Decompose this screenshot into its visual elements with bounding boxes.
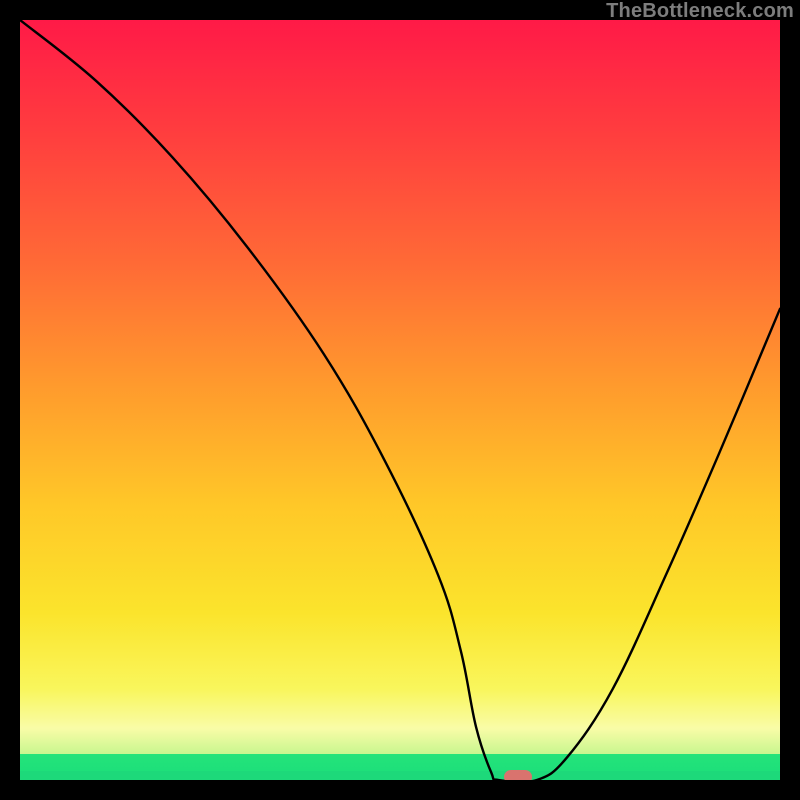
bottleneck-curve <box>20 20 780 780</box>
curve-path <box>20 20 780 780</box>
plot-area <box>20 20 780 780</box>
attribution-watermark: TheBottleneck.com <box>606 0 794 22</box>
chart-frame: TheBottleneck.com <box>0 0 800 800</box>
optimal-point-marker <box>504 770 532 780</box>
